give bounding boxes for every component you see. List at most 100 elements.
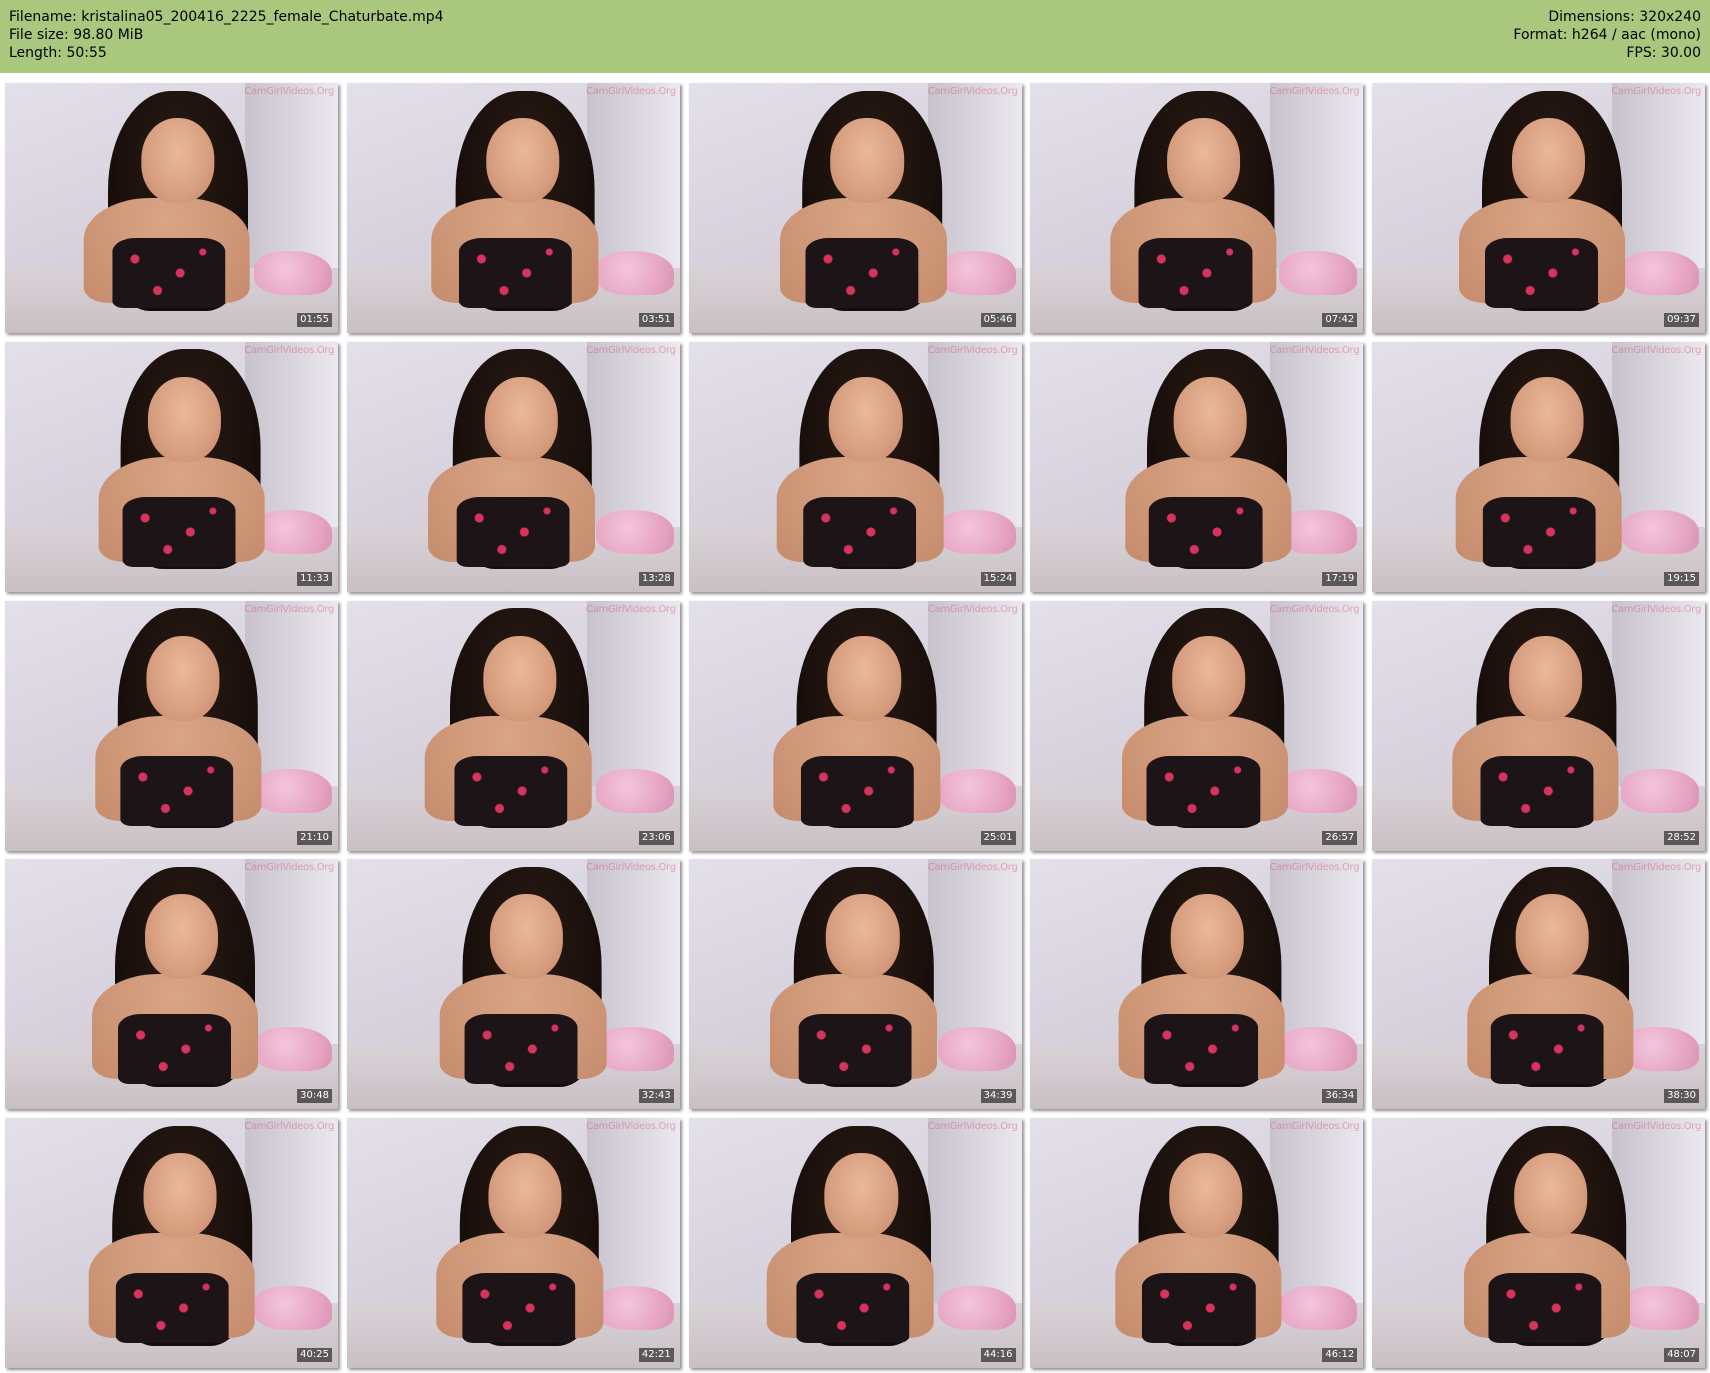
video-thumbnail[interactable]: CamGirlVideos.Org 17:19 (1030, 341, 1364, 592)
video-thumbnail[interactable]: CamGirlVideos.Org 34:39 (688, 859, 1022, 1110)
thumbnail-face (1508, 635, 1583, 721)
thumbnail-top (122, 496, 236, 567)
thumbnail-timestamp: 21:10 (297, 830, 332, 845)
video-thumbnail[interactable]: CamGirlVideos.Org 40:25 (5, 1118, 338, 1368)
format-info: Dimensions: 320x240 Format: h264 / aac (… (1513, 8, 1701, 62)
watermark: CamGirlVideos.Org (927, 862, 1018, 874)
thumbnail-pillow (937, 1027, 1016, 1072)
thumbnail-top (805, 238, 919, 308)
watermark: CamGirlVideos.Org (244, 86, 334, 97)
thumbnail-timestamp: 34:39 (980, 1089, 1016, 1104)
video-thumbnail[interactable]: CamGirlVideos.Org 11:33 (5, 341, 338, 592)
thumbnail-pillow (595, 509, 674, 554)
thumbnail-wall (928, 1118, 1022, 1306)
video-thumbnail[interactable]: CamGirlVideos.Org 25:01 (688, 600, 1022, 851)
thumbnail-top (1149, 496, 1263, 567)
thumbnail-timestamp: 32:43 (638, 1089, 674, 1104)
video-thumbnail[interactable]: CamGirlVideos.Org 44:16 (688, 1118, 1022, 1368)
thumbnail-timestamp: 25:01 (980, 830, 1016, 845)
watermark: CamGirlVideos.Org (586, 603, 676, 615)
video-thumbnail[interactable]: CamGirlVideos.Org 23:06 (346, 600, 680, 851)
thumbnail-timestamp: 15:24 (980, 571, 1016, 586)
video-thumbnail[interactable]: CamGirlVideos.Org 30:48 (5, 859, 338, 1110)
thumbnail-pillow (595, 251, 674, 295)
thumbnail-face (488, 1153, 562, 1238)
thumbnail-top (120, 755, 234, 826)
thumbnail-timestamp: 46:12 (1322, 1348, 1358, 1362)
thumbnail-top (800, 755, 914, 826)
thumbnail-face (1515, 894, 1589, 980)
watermark: CamGirlVideos.Org (1611, 344, 1701, 356)
video-thumbnail[interactable]: CamGirlVideos.Org 48:07 (1372, 1118, 1705, 1368)
video-thumbnail[interactable]: CamGirlVideos.Org 09:37 (1372, 83, 1705, 333)
thumbnail-face (1172, 635, 1246, 721)
watermark: CamGirlVideos.Org (244, 344, 334, 356)
video-thumbnail[interactable]: CamGirlVideos.Org 46:12 (1030, 1118, 1364, 1368)
thumbnail-timestamp: 28:52 (1664, 830, 1699, 845)
thumbnail-face (147, 376, 222, 462)
thumbnail-pillow (254, 768, 332, 813)
video-thumbnail[interactable]: CamGirlVideos.Org 03:51 (346, 83, 680, 333)
thumbnail-top (462, 1273, 576, 1343)
watermark: CamGirlVideos.Org (927, 86, 1018, 97)
thumbnail-top (458, 238, 573, 308)
thumbnail-face (1514, 1153, 1588, 1238)
video-thumbnail[interactable]: CamGirlVideos.Org 13:28 (346, 341, 680, 592)
video-thumbnail[interactable]: CamGirlVideos.Org 21:10 (5, 600, 338, 851)
thumbnail-top (1138, 238, 1253, 308)
video-thumbnail[interactable]: CamGirlVideos.Org 05:46 (688, 83, 1022, 333)
thumbnail-top (112, 238, 226, 308)
info-header: Filename: kristalina05_200416_2225_femal… (0, 0, 1710, 73)
video-thumbnail[interactable]: CamGirlVideos.Org 26:57 (1030, 600, 1364, 851)
thumbnail-timestamp: 26:57 (1322, 830, 1358, 845)
video-thumbnail[interactable]: CamGirlVideos.Org 07:42 (1030, 83, 1364, 333)
thumbnail-timestamp: 48:07 (1664, 1348, 1699, 1362)
file-size-label: File size: 98.80 MiB (9, 27, 144, 43)
thumbnail-wall (586, 341, 680, 530)
thumbnail-pillow (1621, 768, 1699, 813)
thumbnail-timestamp: 07:42 (1322, 313, 1358, 327)
video-thumbnail[interactable]: CamGirlVideos.Org 32:43 (346, 859, 680, 1110)
thumbnail-timestamp: 40:25 (297, 1348, 332, 1362)
thumbnail-top (1488, 1273, 1602, 1343)
watermark: CamGirlVideos.Org (1269, 86, 1360, 97)
thumbnail-face (144, 894, 219, 980)
video-thumbnail[interactable]: CamGirlVideos.Org 42:21 (346, 1118, 680, 1368)
video-thumbnail[interactable]: CamGirlVideos.Org 19:15 (1372, 341, 1705, 592)
thumbnail-face (146, 635, 220, 721)
thumbnail-top (118, 1014, 232, 1085)
thumbnail-face (824, 1153, 898, 1238)
length-label: Length: 50:55 (9, 45, 107, 61)
thumbnail-wall (586, 83, 680, 271)
thumbnail-wall (1270, 83, 1364, 271)
thumbnail-face (482, 635, 557, 721)
watermark: CamGirlVideos.Org (1269, 1121, 1360, 1132)
video-thumbnail[interactable]: CamGirlVideos.Org 38:30 (1372, 859, 1705, 1110)
thumbnail-timestamp: 23:06 (638, 830, 674, 845)
video-thumbnail[interactable]: CamGirlVideos.Org 01:55 (5, 83, 338, 333)
thumbnail-pillow (1279, 1027, 1358, 1072)
thumbnail-top (798, 1014, 912, 1085)
thumbnail-timestamp: 05:46 (980, 313, 1016, 327)
watermark: CamGirlVideos.Org (1269, 862, 1360, 874)
thumbnail-pillow (595, 1027, 674, 1072)
thumbnail-pillow (1621, 1286, 1699, 1330)
thumbnail-pillow (254, 251, 332, 295)
watermark: CamGirlVideos.Org (927, 1121, 1018, 1132)
watermark: CamGirlVideos.Org (244, 1121, 334, 1132)
thumbnail-wall (1270, 1118, 1364, 1306)
thumbnail-wall (1611, 600, 1705, 788)
dimensions-label: Dimensions: 320x240 (1548, 9, 1701, 25)
thumbnail-timestamp: 13:28 (638, 571, 674, 586)
watermark: CamGirlVideos.Org (1611, 86, 1701, 97)
filename-label: Filename: kristalina05_200416_2225_femal… (9, 9, 444, 25)
video-thumbnail[interactable]: CamGirlVideos.Org 36:34 (1030, 859, 1364, 1110)
watermark: CamGirlVideos.Org (1611, 1121, 1701, 1132)
file-info: Filename: kristalina05_200416_2225_femal… (9, 8, 444, 62)
thumbnail-pillow (1621, 251, 1699, 295)
thumbnail-wall (1611, 341, 1705, 530)
thumbnail-pillow (1621, 509, 1699, 554)
video-thumbnail[interactable]: CamGirlVideos.Org 28:52 (1372, 600, 1705, 851)
thumbnail-top (1146, 755, 1261, 826)
video-thumbnail[interactable]: CamGirlVideos.Org 15:24 (688, 341, 1022, 592)
